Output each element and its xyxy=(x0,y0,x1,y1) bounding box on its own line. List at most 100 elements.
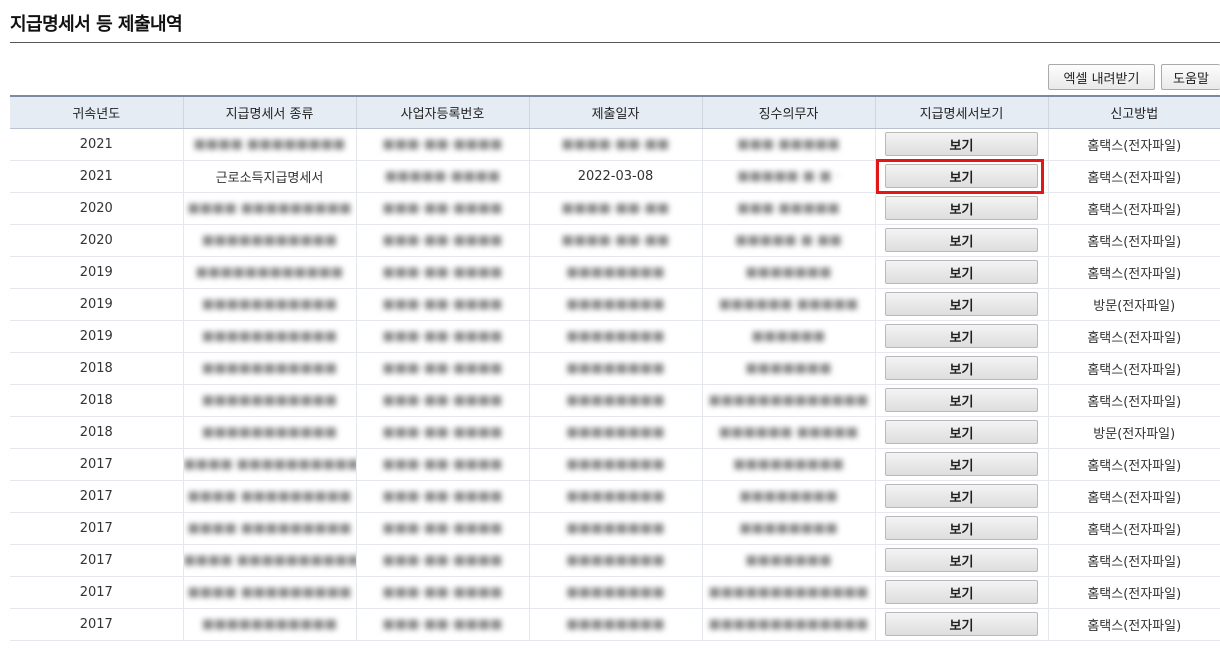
cell-report-method: 홈택스(전자파일) xyxy=(1047,352,1220,385)
cell-business-number-text: ■■■■■-■■■■ xyxy=(384,168,501,184)
cell-year: 2019 xyxy=(10,320,183,353)
cell-submit-date-text: ■■■■■■■■ xyxy=(566,296,665,312)
cell-payer-text: ■■■■■■ ■■■■■ xyxy=(718,296,859,312)
cell-statement-type: ■■■■■■■■■■■ xyxy=(182,320,356,353)
cell-business-number-text: ■■■-■■-■■■■ xyxy=(382,424,503,440)
cell-year: 2017 xyxy=(10,512,183,545)
cell-report-method-text: 홈택스(전자파일) xyxy=(1087,586,1182,602)
cell-statement-type: ■■■■ ■■■■■■■■■ xyxy=(182,480,356,513)
cell-business-number: ■■■-■■-■■■■ xyxy=(355,384,529,417)
view-statement-button[interactable]: 보기 xyxy=(885,612,1038,636)
table-body: 2021 ■■■■ ■■■■■■■■ ■■■-■■-■■■■ ■■■■-■■-■■ ■■… xyxy=(10,128,1220,641)
cell-statement-type-text: ■■■■ ■■■■■■■■■ xyxy=(187,520,352,536)
cell-statement-type-text: ■■■■ ■■■■■■■■■ xyxy=(187,200,352,216)
title-divider xyxy=(10,42,1220,43)
table-row: 2019 ■■■■■■■■■■■ ■■■-■■-■■■■ ■■■■■■■■ ■■■■■■… xyxy=(10,288,1220,321)
cell-submit-date-text: ■■■■■■■■ xyxy=(566,360,665,376)
cell-submit-date-text: ■■■■■■■■ xyxy=(566,264,665,280)
toolbar: 엑셀 내려받기 도움말 xyxy=(1048,64,1220,90)
cell-payer: ■■■■■■■■■ xyxy=(701,448,875,481)
cell-year: 2020 xyxy=(10,224,183,257)
cell-submit-date-text: ■■■■■■■■ xyxy=(566,424,665,440)
cell-payer-text: ■■■■■ ■ ■ · xyxy=(737,168,840,184)
cell-statement-type: ■■■■ ■■■■■■■■■■ xyxy=(182,544,356,577)
table-row: 2017 ■■■■ ■■■■■■■■■■ ■■■-■■-■■■■ ■■■■■■■■ ■■… xyxy=(10,544,1220,577)
cell-submit-date-text: ■■■■■■■■ xyxy=(566,584,665,600)
cell-year: 2017 xyxy=(10,480,183,513)
cell-submit-date: ■■■■-■■-■■ xyxy=(528,128,702,161)
header-payer[interactable]: 징수의무자 xyxy=(701,96,875,129)
view-statement-button[interactable]: 보기 xyxy=(885,420,1038,444)
cell-submit-date: ■■■■■■■■ xyxy=(528,288,702,321)
cell-year-text: 2018 xyxy=(79,360,113,376)
cell-submit-date-text: ■■■■-■■-■■ xyxy=(561,232,670,248)
view-statement-button[interactable]: 보기 xyxy=(885,164,1038,188)
cell-statement-type-text: 근로소득지급명세서 xyxy=(215,170,324,186)
view-statement-button[interactable]: 보기 xyxy=(885,132,1038,156)
cell-statement-type: ■■■■■■■■■■■ xyxy=(182,384,356,417)
cell-payer-text: ■■■■■■■■■■■■■ xyxy=(708,584,869,600)
cell-payer-text: ■■■■■■■ xyxy=(745,360,832,376)
header-submit-date[interactable]: 제출일자 xyxy=(528,96,702,129)
cell-statement-type: ■■■■ ■■■■■■■■ xyxy=(182,128,356,161)
cell-business-number: ■■■-■■-■■■■ xyxy=(355,224,529,257)
cell-year-text: 2019 xyxy=(79,296,113,312)
view-statement-button[interactable]: 보기 xyxy=(885,580,1038,604)
cell-report-method: 홈택스(전자파일) xyxy=(1047,384,1220,417)
header-year[interactable]: 귀속년도 xyxy=(10,96,183,129)
cell-report-method-text: 홈택스(전자파일) xyxy=(1087,170,1182,186)
view-statement-button[interactable]: 보기 xyxy=(885,196,1038,220)
cell-submit-date-text: ■■■■■■■■ xyxy=(566,328,665,344)
cell-submit-date-text: ■■■■■■■■ xyxy=(566,616,665,632)
cell-payer-text: ■■■■■■■■ xyxy=(739,488,838,504)
cell-submit-date: ■■■■■■■■ xyxy=(528,352,702,385)
cell-view: 보기 xyxy=(874,608,1048,641)
cell-view: 보기 xyxy=(874,480,1048,513)
header-report-method[interactable]: 신고방법 xyxy=(1047,96,1220,129)
cell-payer-text: ■■■■■■■ xyxy=(745,264,832,280)
cell-business-number-text: ■■■-■■-■■■■ xyxy=(382,200,503,216)
cell-year-text: 2019 xyxy=(79,264,113,280)
cell-payer-text: ■■■■■■ xyxy=(751,328,826,344)
excel-download-button[interactable]: 엑셀 내려받기 xyxy=(1048,64,1155,90)
view-statement-button[interactable]: 보기 xyxy=(885,548,1038,572)
cell-statement-type-text: ■■■■■■■■■■■ xyxy=(201,232,338,248)
cell-report-method: 홈택스(전자파일) xyxy=(1047,256,1220,289)
view-statement-button[interactable]: 보기 xyxy=(885,260,1038,284)
view-statement-button[interactable]: 보기 xyxy=(885,292,1038,316)
table-row: 2017 ■■■■ ■■■■■■■■■■ ■■■-■■-■■■■ ■■■■■■■■ ■■… xyxy=(10,448,1220,481)
view-statement-button[interactable]: 보기 xyxy=(885,516,1038,540)
view-statement-button[interactable]: 보기 xyxy=(885,388,1038,412)
view-statement-button[interactable]: 보기 xyxy=(885,452,1038,476)
cell-statement-type: ■■■■■■■■■■■ xyxy=(182,288,356,321)
header-business-number[interactable]: 사업자등록번호 xyxy=(355,96,529,129)
cell-business-number-text: ■■■-■■-■■■■ xyxy=(382,360,503,376)
view-statement-button[interactable]: 보기 xyxy=(885,228,1038,252)
cell-year: 2018 xyxy=(10,352,183,385)
cell-statement-type: ■■■■■■■■■■■ xyxy=(182,352,356,385)
cell-business-number: ■■■■■-■■■■ xyxy=(355,160,529,193)
cell-payer-text: ■■■■■■■■■■■■■ xyxy=(708,616,869,632)
cell-submit-date-text: ■■■■-■■-■■ xyxy=(561,200,670,216)
cell-year-text: 2017 xyxy=(79,616,113,632)
table-row: 2021 ■■■■ ■■■■■■■■ ■■■-■■-■■■■ ■■■■-■■-■■ ■■… xyxy=(10,128,1220,161)
help-button[interactable]: 도움말 xyxy=(1161,64,1220,90)
cell-statement-type-text: ■■■■ ■■■■■■■■■■ xyxy=(183,552,356,568)
cell-report-method-text: 홈택스(전자파일) xyxy=(1087,234,1182,250)
cell-payer: ■■■■■■■■■■■■■ xyxy=(701,608,875,641)
view-statement-button[interactable]: 보기 xyxy=(885,356,1038,380)
cell-payer: ■■■■■■ ■■■■■ xyxy=(701,416,875,449)
cell-business-number-text: ■■■-■■-■■■■ xyxy=(382,136,503,152)
view-statement-button[interactable]: 보기 xyxy=(885,324,1038,348)
view-statement-button[interactable]: 보기 xyxy=(885,484,1038,508)
cell-year: 2018 xyxy=(10,416,183,449)
cell-payer: ■■■■■■ ■■■■■ xyxy=(701,288,875,321)
cell-business-number: ■■■-■■-■■■■ xyxy=(355,128,529,161)
cell-payer: ■■■ ■■■■■ xyxy=(701,192,875,225)
cell-submit-date: ■■■■■■■■ xyxy=(528,416,702,449)
cell-business-number-text: ■■■-■■-■■■■ xyxy=(382,488,503,504)
cell-statement-type-text: ■■■■■■■■■■■ xyxy=(201,424,338,440)
cell-report-method-text: 홈택스(전자파일) xyxy=(1087,554,1182,570)
header-statement-type[interactable]: 지급명세서 종류 xyxy=(182,96,356,129)
cell-payer-text: ■■■■■ ■ ■■ xyxy=(735,232,842,248)
